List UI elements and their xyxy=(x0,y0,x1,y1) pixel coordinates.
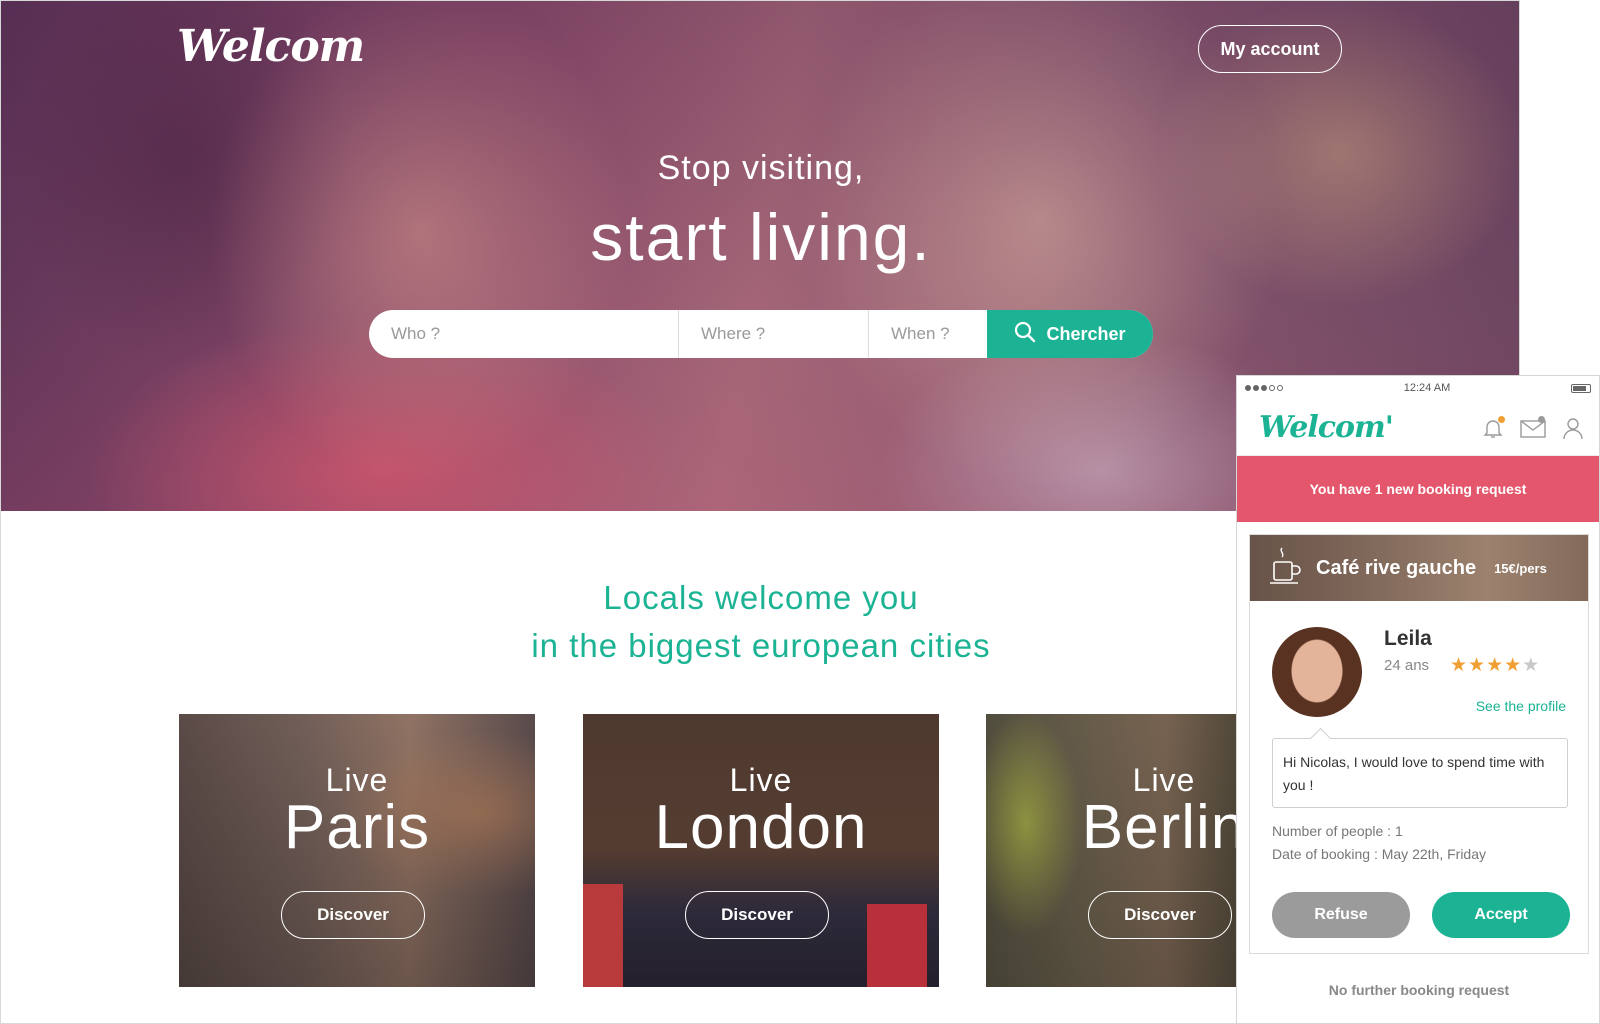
app-header: Welcom' xyxy=(1237,400,1599,456)
avatar[interactable] xyxy=(1272,627,1362,717)
city-card-name: London xyxy=(654,793,868,862)
screen: Welcom My account Stop visiting, start l… xyxy=(0,0,1600,1024)
place-price: 15€/pers xyxy=(1494,560,1547,576)
booking-request-card: Café rive gauche 15€/pers Leila 24 ans ★… xyxy=(1249,534,1589,954)
requester-name: Leila xyxy=(1384,627,1432,650)
city-card-name: Paris xyxy=(283,793,431,862)
discover-button[interactable]: Discover xyxy=(281,891,425,939)
star-icon: ★ xyxy=(1522,655,1541,676)
star-icon: ★ xyxy=(1504,655,1523,676)
booking-place-header: Café rive gauche 15€/pers xyxy=(1250,535,1588,601)
number-of-people: Number of people : 1 xyxy=(1272,823,1403,839)
no-further-requests: No further booking request xyxy=(1328,982,1510,998)
status-time: 12:24 AM xyxy=(1403,382,1451,394)
star-icon: ★ xyxy=(1468,655,1487,676)
status-bar: 12:24 AM xyxy=(1237,376,1599,400)
where-input[interactable]: Where ? xyxy=(679,310,869,358)
discover-button[interactable]: Discover xyxy=(1088,891,1232,939)
who-input[interactable]: Who ? xyxy=(369,310,679,358)
coffee-cup-icon xyxy=(1268,546,1302,591)
rating-stars: ★★★★★ xyxy=(1450,654,1540,677)
search-icon xyxy=(1014,321,1036,348)
bell-icon[interactable] xyxy=(1479,414,1507,442)
user-icon[interactable] xyxy=(1559,414,1587,442)
city-card-paris[interactable]: Live Paris Discover xyxy=(179,714,535,987)
site-logo[interactable]: Welcom xyxy=(177,21,365,72)
see-profile-link[interactable]: See the profile xyxy=(1476,698,1566,714)
refuse-button[interactable]: Refuse xyxy=(1272,892,1410,938)
request-message: Hi Nicolas, I would love to spend time w… xyxy=(1272,738,1568,808)
booking-request-banner: You have 1 new booking request xyxy=(1237,456,1599,522)
battery-icon xyxy=(1570,383,1591,393)
star-icon: ★ xyxy=(1486,655,1505,676)
signal-icon xyxy=(1245,385,1283,391)
discover-button[interactable]: Discover xyxy=(685,891,829,939)
star-icon: ★ xyxy=(1450,655,1469,676)
city-card-london[interactable]: Live London Discover xyxy=(583,714,939,987)
accept-button[interactable]: Accept xyxy=(1432,892,1570,938)
when-input[interactable]: When ? xyxy=(869,310,987,358)
city-card-berlin[interactable]: Live Berlin Discover xyxy=(986,714,1242,987)
my-account-button[interactable]: My account xyxy=(1198,25,1342,73)
search-button[interactable]: Chercher xyxy=(987,310,1153,358)
booking-date: Date of booking : May 22th, Friday xyxy=(1272,846,1486,862)
header-icons xyxy=(1479,414,1587,442)
hero-tagline-line1: Stop visiting, xyxy=(657,149,865,187)
app-logo[interactable]: Welcom' xyxy=(1259,410,1394,445)
mail-icon[interactable] xyxy=(1519,414,1547,442)
mobile-app: 12:24 AM Welcom' You have 1 new booking … xyxy=(1236,375,1600,1024)
hero-tagline-line2: start living. xyxy=(590,200,932,274)
place-name: Café rive gauche xyxy=(1316,556,1477,579)
search-button-label: Chercher xyxy=(1046,323,1126,344)
search-bar: Who ? Where ? When ? Chercher xyxy=(369,310,1153,358)
city-card-name: Berlin xyxy=(1081,793,1242,862)
requester-age: 24 ans xyxy=(1384,657,1430,674)
